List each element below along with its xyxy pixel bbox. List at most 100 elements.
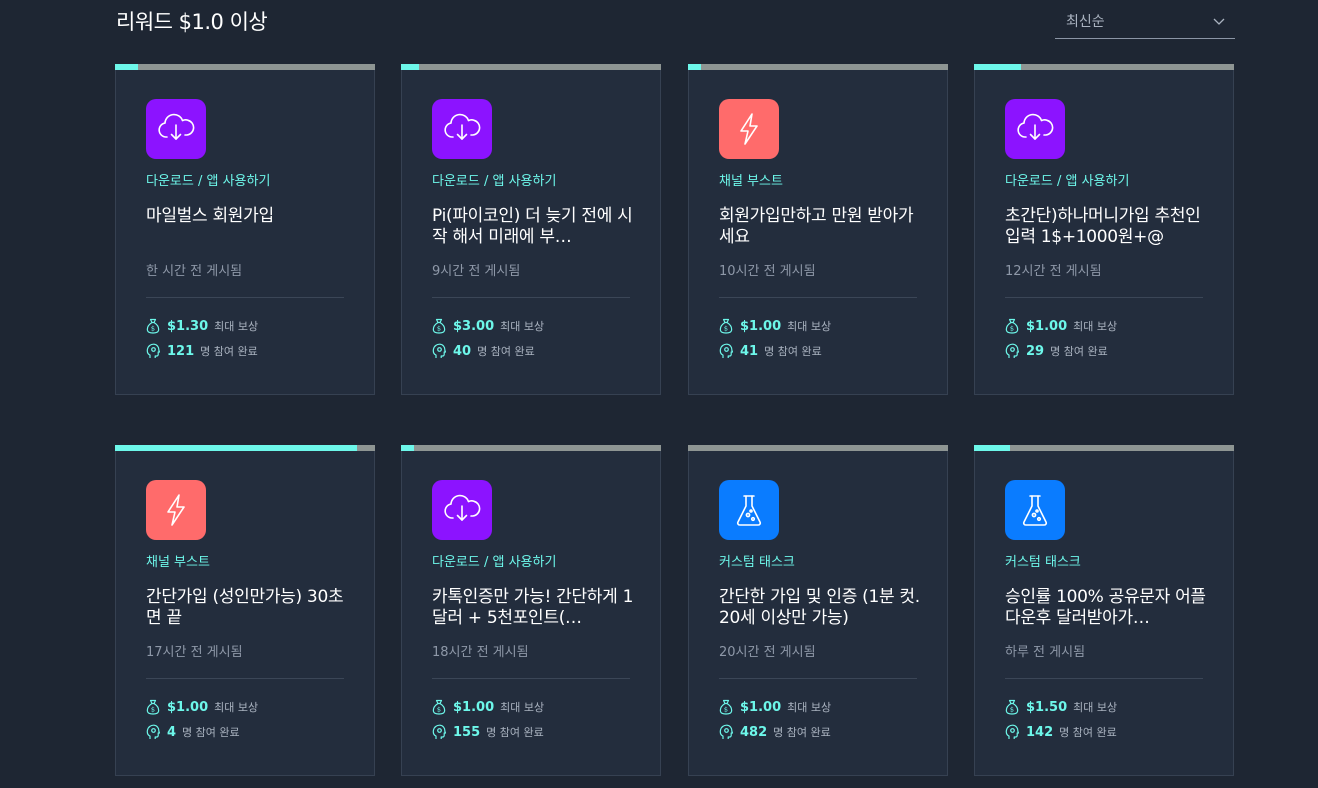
participants-label: 명 참여 완료 bbox=[1059, 726, 1117, 739]
participants-row: 482 명 참여 완료 bbox=[719, 724, 831, 740]
money-bag-icon: $ bbox=[432, 318, 453, 334]
svg-text:$: $ bbox=[724, 706, 728, 714]
progress-bar bbox=[115, 64, 375, 70]
progress-fill bbox=[688, 64, 701, 70]
participants-label: 명 참여 완료 bbox=[200, 345, 258, 358]
card-title[interactable]: 간단가입 (성인만가능) 30초면 끝 bbox=[146, 587, 354, 629]
reward-row: $ $1.50 최대 보상 bbox=[1005, 699, 1117, 715]
divider bbox=[719, 297, 917, 298]
sort-selected-label: 최신순 bbox=[1066, 14, 1105, 30]
svg-text:$: $ bbox=[437, 706, 441, 714]
participants-count: 40 bbox=[453, 343, 472, 359]
money-bag-icon: $ bbox=[146, 699, 167, 715]
card-category: 채널 부스트 bbox=[146, 555, 210, 570]
participants-label: 명 참여 완료 bbox=[764, 345, 822, 358]
page-title: 리워드 $1.0 이상 bbox=[116, 10, 268, 34]
participants-count: 29 bbox=[1026, 343, 1045, 359]
reward-row: $ $1.30 최대 보상 bbox=[146, 318, 258, 334]
progress-fill bbox=[401, 64, 420, 70]
posted-time: 20시간 전 게시됨 bbox=[719, 645, 816, 660]
reward-label: 최대 보상 bbox=[214, 701, 259, 714]
card-title[interactable]: 간단한 가입 및 인증 (1분 컷. 20세 이상만 가능) bbox=[719, 587, 927, 629]
head-icon bbox=[1005, 343, 1026, 359]
head-icon bbox=[146, 343, 167, 359]
task-card[interactable]: 커스텀 태스크 승인률 100% 공유문자 어플다운후 달러받아가… 하루 전 … bbox=[974, 445, 1234, 776]
task-card[interactable]: 다운로드 / 앱 사용하기 초간단)하나머니가입 추천인 입력 1$+1000원… bbox=[974, 64, 1234, 395]
divider bbox=[146, 678, 344, 679]
money-bag-icon: $ bbox=[432, 699, 453, 715]
task-card[interactable]: 다운로드 / 앱 사용하기 Pi(파이코인) 더 늦기 전에 시작 해서 미래에… bbox=[401, 64, 661, 395]
money-bag-icon: $ bbox=[719, 318, 740, 334]
head-icon bbox=[719, 343, 740, 359]
divider bbox=[146, 297, 344, 298]
posted-time: 12시간 전 게시됨 bbox=[1005, 264, 1102, 279]
divider bbox=[432, 297, 630, 298]
card-title[interactable]: 카톡인증만 가능! 간단하게 1달러 + 5천포인트(… bbox=[432, 587, 640, 629]
progress-bar bbox=[115, 445, 375, 451]
reward-value: $3.00 bbox=[453, 318, 495, 334]
participants-row: 142 명 참여 완료 bbox=[1005, 724, 1117, 740]
cloud-download-icon bbox=[432, 480, 492, 540]
head-icon bbox=[146, 724, 167, 740]
participants-count: 121 bbox=[167, 343, 195, 359]
money-bag-icon: $ bbox=[146, 318, 167, 334]
reward-value: $1.00 bbox=[740, 699, 782, 715]
progress-bar bbox=[688, 64, 948, 70]
posted-time: 한 시간 전 게시됨 bbox=[146, 264, 243, 279]
head-icon bbox=[719, 724, 740, 740]
reward-label: 최대 보상 bbox=[787, 320, 832, 333]
task-card[interactable]: 커스텀 태스크 간단한 가입 및 인증 (1분 컷. 20세 이상만 가능) 2… bbox=[688, 445, 948, 776]
progress-fill bbox=[974, 445, 1011, 451]
reward-value: $1.00 bbox=[167, 699, 209, 715]
participants-label: 명 참여 완료 bbox=[1050, 345, 1108, 358]
reward-row: $ $1.00 최대 보상 bbox=[719, 699, 831, 715]
lightning-icon bbox=[146, 480, 206, 540]
card-title[interactable]: 회원가입만하고 만원 받아가세요 bbox=[719, 206, 927, 248]
card-category: 채널 부스트 bbox=[719, 174, 783, 189]
card-title[interactable]: Pi(파이코인) 더 늦기 전에 시작 해서 미래에 부… bbox=[432, 206, 640, 248]
participants-label: 명 참여 완료 bbox=[773, 726, 831, 739]
participants-row: 121 명 참여 완료 bbox=[146, 343, 258, 359]
reward-label: 최대 보상 bbox=[1073, 701, 1118, 714]
svg-text:$: $ bbox=[437, 325, 441, 333]
participants-count: 142 bbox=[1026, 724, 1054, 740]
svg-text:$: $ bbox=[724, 325, 728, 333]
progress-bar bbox=[688, 445, 948, 451]
reward-row: $ $3.00 최대 보상 bbox=[432, 318, 544, 334]
card-title[interactable]: 승인률 100% 공유문자 어플다운후 달러받아가… bbox=[1005, 587, 1213, 629]
progress-bar bbox=[401, 64, 661, 70]
participants-count: 4 bbox=[167, 724, 177, 740]
progress-bar bbox=[401, 445, 661, 451]
reward-label: 최대 보상 bbox=[500, 320, 545, 333]
head-icon bbox=[432, 724, 453, 740]
participants-row: 40 명 참여 완료 bbox=[432, 343, 535, 359]
card-title[interactable]: 초간단)하나머니가입 추천인 입력 1$+1000원+@ bbox=[1005, 206, 1213, 248]
card-category: 커스텀 태스크 bbox=[719, 555, 795, 570]
reward-label: 최대 보상 bbox=[787, 701, 832, 714]
task-card[interactable]: 다운로드 / 앱 사용하기 마일벌스 회원가입 한 시간 전 게시됨 $ $1.… bbox=[115, 64, 375, 395]
progress-fill bbox=[115, 445, 357, 451]
task-card[interactable]: 채널 부스트 간단가입 (성인만가능) 30초면 끝 17시간 전 게시됨 $ … bbox=[115, 445, 375, 776]
card-title[interactable]: 마일벌스 회원가입 bbox=[146, 206, 354, 227]
sort-dropdown[interactable]: 최신순 bbox=[1055, 5, 1235, 39]
money-bag-icon: $ bbox=[1005, 318, 1026, 334]
task-card[interactable]: 채널 부스트 회원가입만하고 만원 받아가세요 10시간 전 게시됨 $ $1.… bbox=[688, 64, 948, 395]
participants-count: 482 bbox=[740, 724, 768, 740]
task-card[interactable]: 다운로드 / 앱 사용하기 카톡인증만 가능! 간단하게 1달러 + 5천포인트… bbox=[401, 445, 661, 776]
participants-count: 41 bbox=[740, 343, 759, 359]
card-category: 다운로드 / 앱 사용하기 bbox=[432, 555, 557, 570]
reward-value: $1.30 bbox=[167, 318, 209, 334]
card-category: 다운로드 / 앱 사용하기 bbox=[146, 174, 271, 189]
svg-text:$: $ bbox=[151, 325, 155, 333]
reward-value: $1.00 bbox=[1026, 318, 1068, 334]
head-icon bbox=[1005, 724, 1026, 740]
svg-text:$: $ bbox=[151, 706, 155, 714]
money-bag-icon: $ bbox=[1005, 699, 1026, 715]
progress-bar bbox=[974, 445, 1234, 451]
cloud-download-icon bbox=[1005, 99, 1065, 159]
posted-time: 하루 전 게시됨 bbox=[1005, 645, 1086, 660]
reward-label: 최대 보상 bbox=[214, 320, 259, 333]
reward-label: 최대 보상 bbox=[500, 701, 545, 714]
cloud-download-icon bbox=[432, 99, 492, 159]
participants-row: 41 명 참여 완료 bbox=[719, 343, 822, 359]
